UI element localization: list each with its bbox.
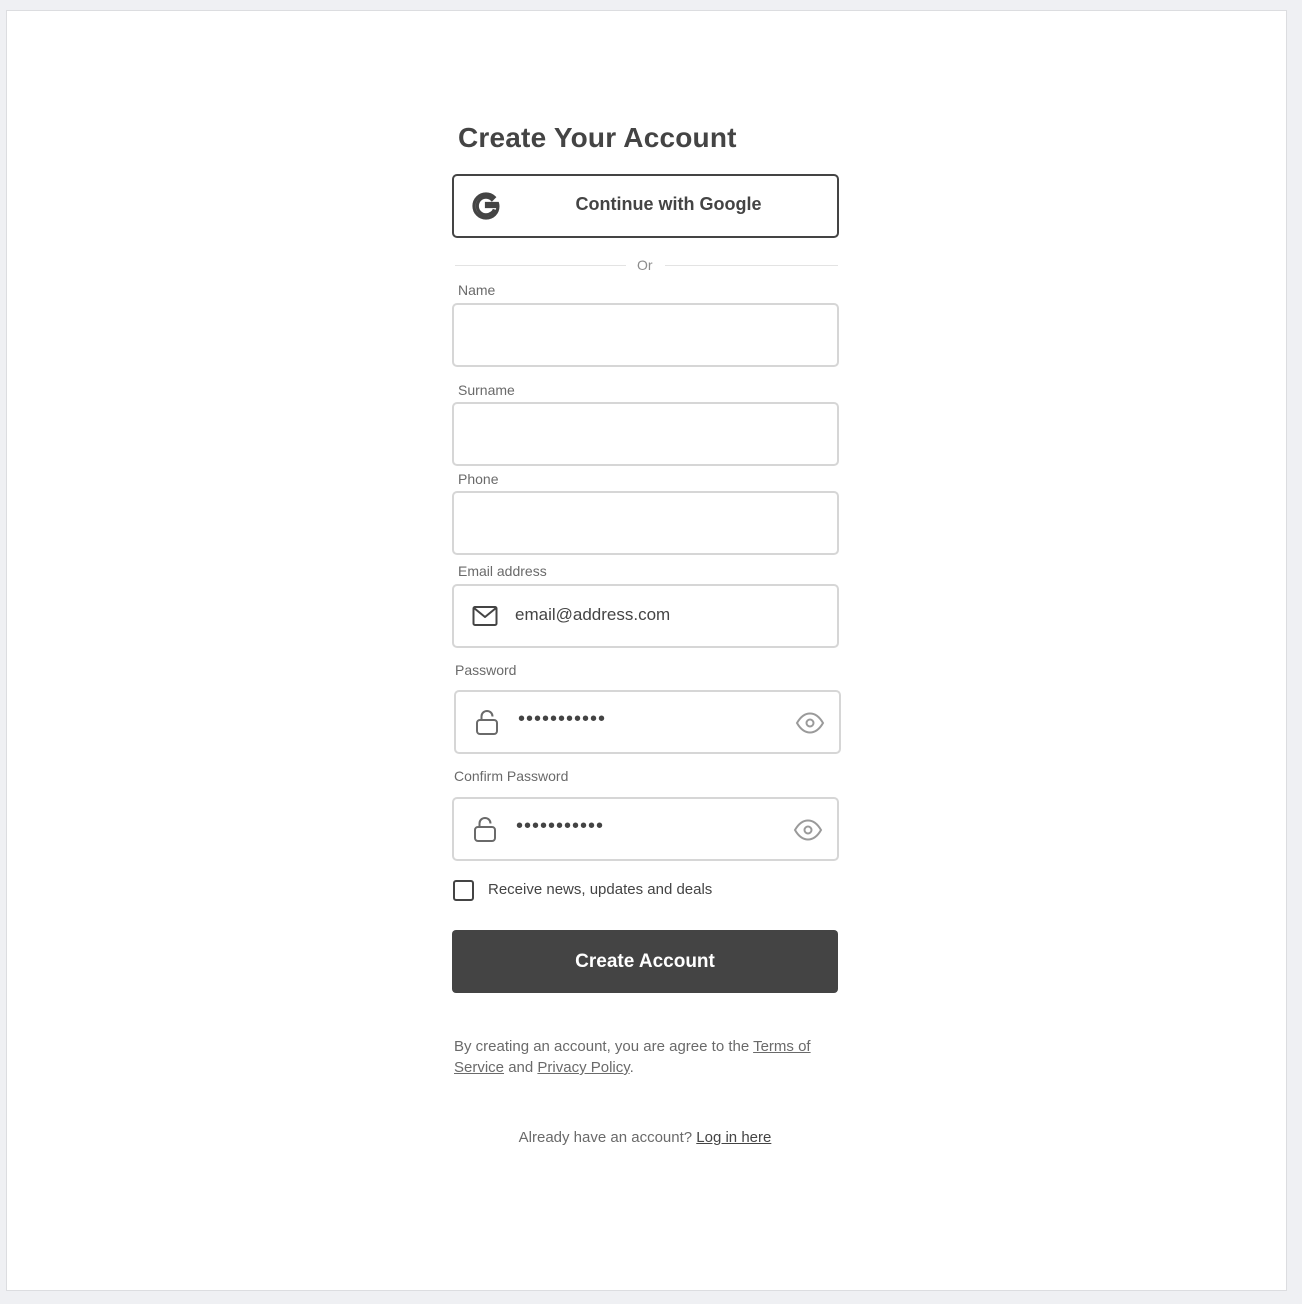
- mail-icon: [472, 606, 498, 626]
- continue-with-google-button[interactable]: Continue with Google: [452, 174, 839, 238]
- phone-input[interactable]: [452, 491, 839, 555]
- terms-notice: By creating an account, you are agree to…: [454, 1036, 834, 1078]
- phone-label: Phone: [458, 471, 499, 487]
- surname-label: Surname: [458, 382, 515, 398]
- terms-middle: and: [504, 1059, 538, 1076]
- password-label: Password: [455, 662, 517, 678]
- terms-suffix: .: [629, 1059, 634, 1076]
- login-prompt: Already have an account? Log in here: [452, 1129, 838, 1146]
- divider-or-text: Or: [637, 257, 653, 273]
- newsletter-checkbox[interactable]: [453, 880, 474, 901]
- confirm-password-input[interactable]: •••••••••••: [452, 797, 839, 861]
- newsletter-checkbox-label[interactable]: Receive news, updates and deals: [488, 881, 712, 898]
- email-label: Email address: [458, 563, 547, 579]
- confirm-password-label: Confirm Password: [454, 768, 569, 784]
- privacy-policy-link[interactable]: Privacy Policy: [537, 1059, 629, 1076]
- terms-prefix: By creating an account, you are agree to…: [454, 1038, 754, 1055]
- eye-icon[interactable]: [793, 818, 823, 842]
- login-link[interactable]: Log in here: [696, 1129, 771, 1146]
- confirm-password-input-value: •••••••••••: [516, 815, 605, 837]
- name-label: Name: [458, 282, 496, 298]
- lock-icon: [476, 709, 498, 735]
- create-account-button[interactable]: Create Account: [452, 930, 838, 993]
- name-input[interactable]: [452, 303, 839, 367]
- divider-line-left: [455, 265, 626, 266]
- page-card: Create Your Account Continue with Google…: [6, 10, 1287, 1291]
- page-title: Create Your Account: [458, 122, 737, 153]
- lock-icon: [474, 816, 496, 842]
- email-input[interactable]: email@address.com: [452, 584, 839, 648]
- password-input[interactable]: •••••••••••: [454, 690, 841, 754]
- surname-input[interactable]: [452, 402, 839, 466]
- password-input-value: •••••••••••: [518, 708, 607, 730]
- login-prompt-text: Already have an account?: [518, 1129, 697, 1146]
- continue-with-google-label: Continue with Google: [575, 194, 762, 214]
- divider-line-right: [665, 265, 838, 266]
- email-input-value: email@address.com: [515, 605, 671, 624]
- eye-icon[interactable]: [795, 711, 825, 735]
